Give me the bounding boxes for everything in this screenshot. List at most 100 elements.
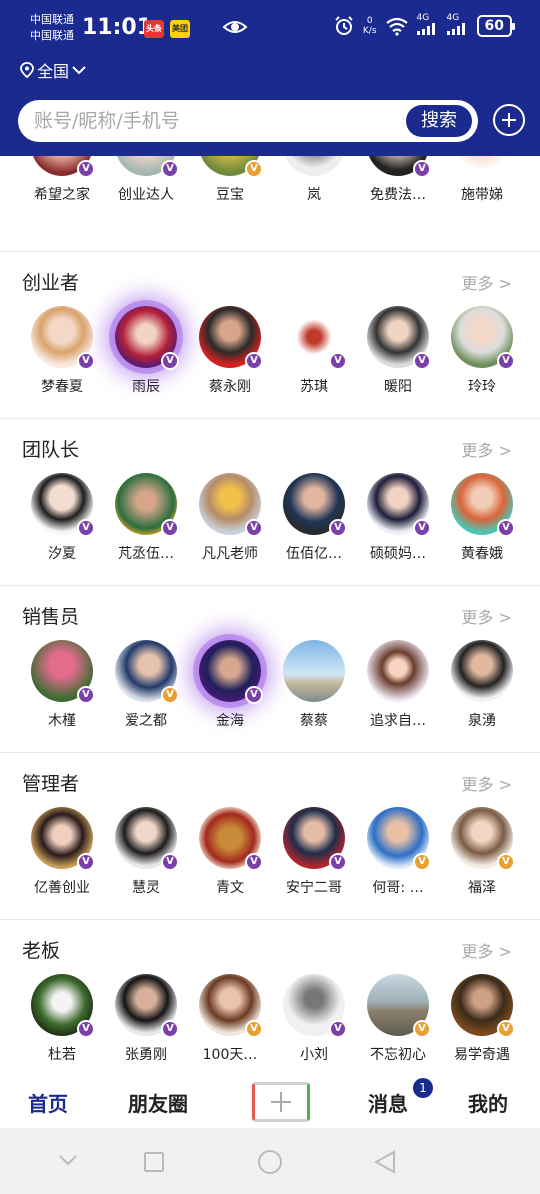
more-link[interactable]: 更多 >: [462, 270, 513, 294]
person-name: 芃丞伍…: [118, 546, 174, 562]
avatar: V: [31, 306, 95, 370]
person-card[interactable]: V 杜若: [20, 974, 104, 1064]
avatar: [451, 156, 513, 176]
avatar: V: [199, 640, 263, 704]
chevron-down-icon[interactable]: [58, 1150, 78, 1170]
avatar: V: [31, 640, 95, 704]
avatar: V: [31, 156, 95, 178]
verified-badge-icon: V: [413, 160, 431, 178]
person-card[interactable]: 泉湧: [440, 640, 524, 730]
verified-badge-icon: V: [245, 519, 263, 537]
alarm-icon: [335, 16, 353, 35]
person-card[interactable]: 施带娣: [440, 156, 524, 204]
person-card[interactable]: V 黄春娥: [440, 473, 524, 563]
add-icon[interactable]: [493, 104, 525, 136]
person-row: V 梦春夏 V 雨辰 V 蔡永刚 V 苏琪 V 暖阳 V 玲玲: [0, 306, 540, 406]
person-name: 不忘初心: [370, 1047, 426, 1063]
verified-badge-icon: V: [413, 352, 431, 370]
person-card[interactable]: 追求自…: [356, 640, 440, 730]
person-card[interactable]: V 不忘初心: [356, 974, 440, 1064]
verified-badge-icon: V: [329, 352, 347, 370]
location-pin-icon: [20, 62, 34, 78]
more-link[interactable]: 更多 >: [462, 604, 513, 628]
person-card[interactable]: V 金海: [188, 640, 272, 730]
clock: 11:01: [82, 15, 153, 40]
person-name: 亿善创业: [34, 880, 90, 896]
person-card[interactable]: V 青文: [188, 807, 272, 897]
search-input[interactable]: [34, 108, 394, 134]
verified-badge-icon: V: [161, 160, 179, 178]
avatar: V: [283, 807, 347, 871]
person-card[interactable]: V 玲玲: [440, 306, 524, 396]
person-name: 玲玲: [468, 379, 496, 395]
search-button[interactable]: 搜索: [406, 105, 472, 137]
person-card[interactable]: V 爱之都: [104, 640, 188, 730]
section-title: 管理者: [22, 773, 80, 795]
avatar: [283, 640, 345, 702]
verified-badge-icon: V: [161, 519, 179, 537]
person-card[interactable]: V 慧灵: [104, 807, 188, 897]
person-card[interactable]: V 凡凡老师: [188, 473, 272, 563]
person-card[interactable]: V 暖阳: [356, 306, 440, 396]
person-card[interactable]: V 梦春夏: [20, 306, 104, 396]
more-link[interactable]: 更多 >: [462, 938, 513, 962]
avatar: V: [367, 156, 431, 178]
nav-messages[interactable]: 消息: [368, 1088, 408, 1117]
more-link[interactable]: 更多 >: [462, 437, 513, 461]
person-name: 暖阳: [384, 379, 412, 395]
person-card[interactable]: V 亿善创业: [20, 807, 104, 897]
section-laoban: 老板 更多 > V 杜若 V 张勇刚 V 100天… V 小刘 V 不忘初心 V 易学奇遇: [0, 920, 540, 1076]
person-name: 岚: [307, 187, 321, 203]
person-name: 创业达人: [118, 187, 174, 203]
person-card[interactable]: V 伍佰亿…: [272, 473, 356, 563]
location-selector[interactable]: 全国: [20, 58, 86, 82]
person-card[interactable]: V 小刘: [272, 974, 356, 1064]
person-card[interactable]: V 蔡永刚: [188, 306, 272, 396]
person-card[interactable]: V 易学奇遇: [440, 974, 524, 1064]
person-name: 爱之都: [125, 713, 167, 729]
verified-badge-icon: V: [497, 853, 515, 871]
person-card[interactable]: V 100天…: [188, 974, 272, 1064]
person-name: 杜若: [48, 1047, 76, 1063]
nav-home[interactable]: 首页: [28, 1088, 68, 1117]
person-name: 雨辰: [132, 379, 160, 395]
signal-bars-icon: [416, 23, 435, 35]
person-card[interactable]: V 安宁二哥: [272, 807, 356, 897]
nav-moments[interactable]: 朋友圈: [128, 1088, 188, 1117]
signal-1: 4G: [416, 14, 439, 38]
person-card[interactable]: 岚: [272, 156, 356, 204]
more-link[interactable]: 更多 >: [462, 771, 513, 795]
person-card[interactable]: V 免费法…: [356, 156, 440, 204]
person-card[interactable]: V 木槿: [20, 640, 104, 730]
avatar: [367, 640, 429, 702]
recent-apps-icon[interactable]: [144, 1152, 164, 1172]
person-card[interactable]: V 希望之家: [20, 156, 104, 204]
nav-mine[interactable]: 我的: [468, 1088, 508, 1117]
app-header: 中国联通 中国联通 11:01 头条 美团 0 K/s 4G 4G 60 全国 …: [0, 0, 540, 156]
person-card[interactable]: V 芃丞伍…: [104, 473, 188, 563]
main-content: V 希望之家 V 创业达人 V 豆宝 岚 V 免费法… 施带娣 创业者 更多 >…: [0, 156, 540, 1076]
avatar: V: [283, 473, 347, 537]
home-circle-icon[interactable]: [258, 1150, 282, 1174]
person-card[interactable]: V 福泽: [440, 807, 524, 897]
person-card[interactable]: V 张勇刚: [104, 974, 188, 1064]
verified-badge-icon: V: [245, 160, 263, 178]
person-card[interactable]: V 苏琪: [272, 306, 356, 396]
person-name: 豆宝: [216, 187, 244, 203]
section-title: 团队长: [22, 439, 80, 461]
person-card[interactable]: V 创业达人: [104, 156, 188, 204]
avatar: V: [367, 473, 431, 537]
back-triangle-icon[interactable]: [374, 1150, 396, 1174]
person-card[interactable]: 蔡蔡: [272, 640, 356, 730]
person-card[interactable]: V 汐夏: [20, 473, 104, 563]
publish-plus-icon[interactable]: [252, 1082, 310, 1122]
person-card[interactable]: V 雨辰: [104, 306, 188, 396]
person-name: 苏琪: [300, 379, 328, 395]
person-name: 福泽: [468, 880, 496, 896]
person-name: 木槿: [48, 713, 76, 729]
person-name: 施带娣: [461, 187, 503, 203]
chevron-down-icon: [72, 66, 86, 75]
person-card[interactable]: V 豆宝: [188, 156, 272, 204]
person-card[interactable]: V 硕硕妈…: [356, 473, 440, 563]
person-card[interactable]: V 何哥: …: [356, 807, 440, 897]
